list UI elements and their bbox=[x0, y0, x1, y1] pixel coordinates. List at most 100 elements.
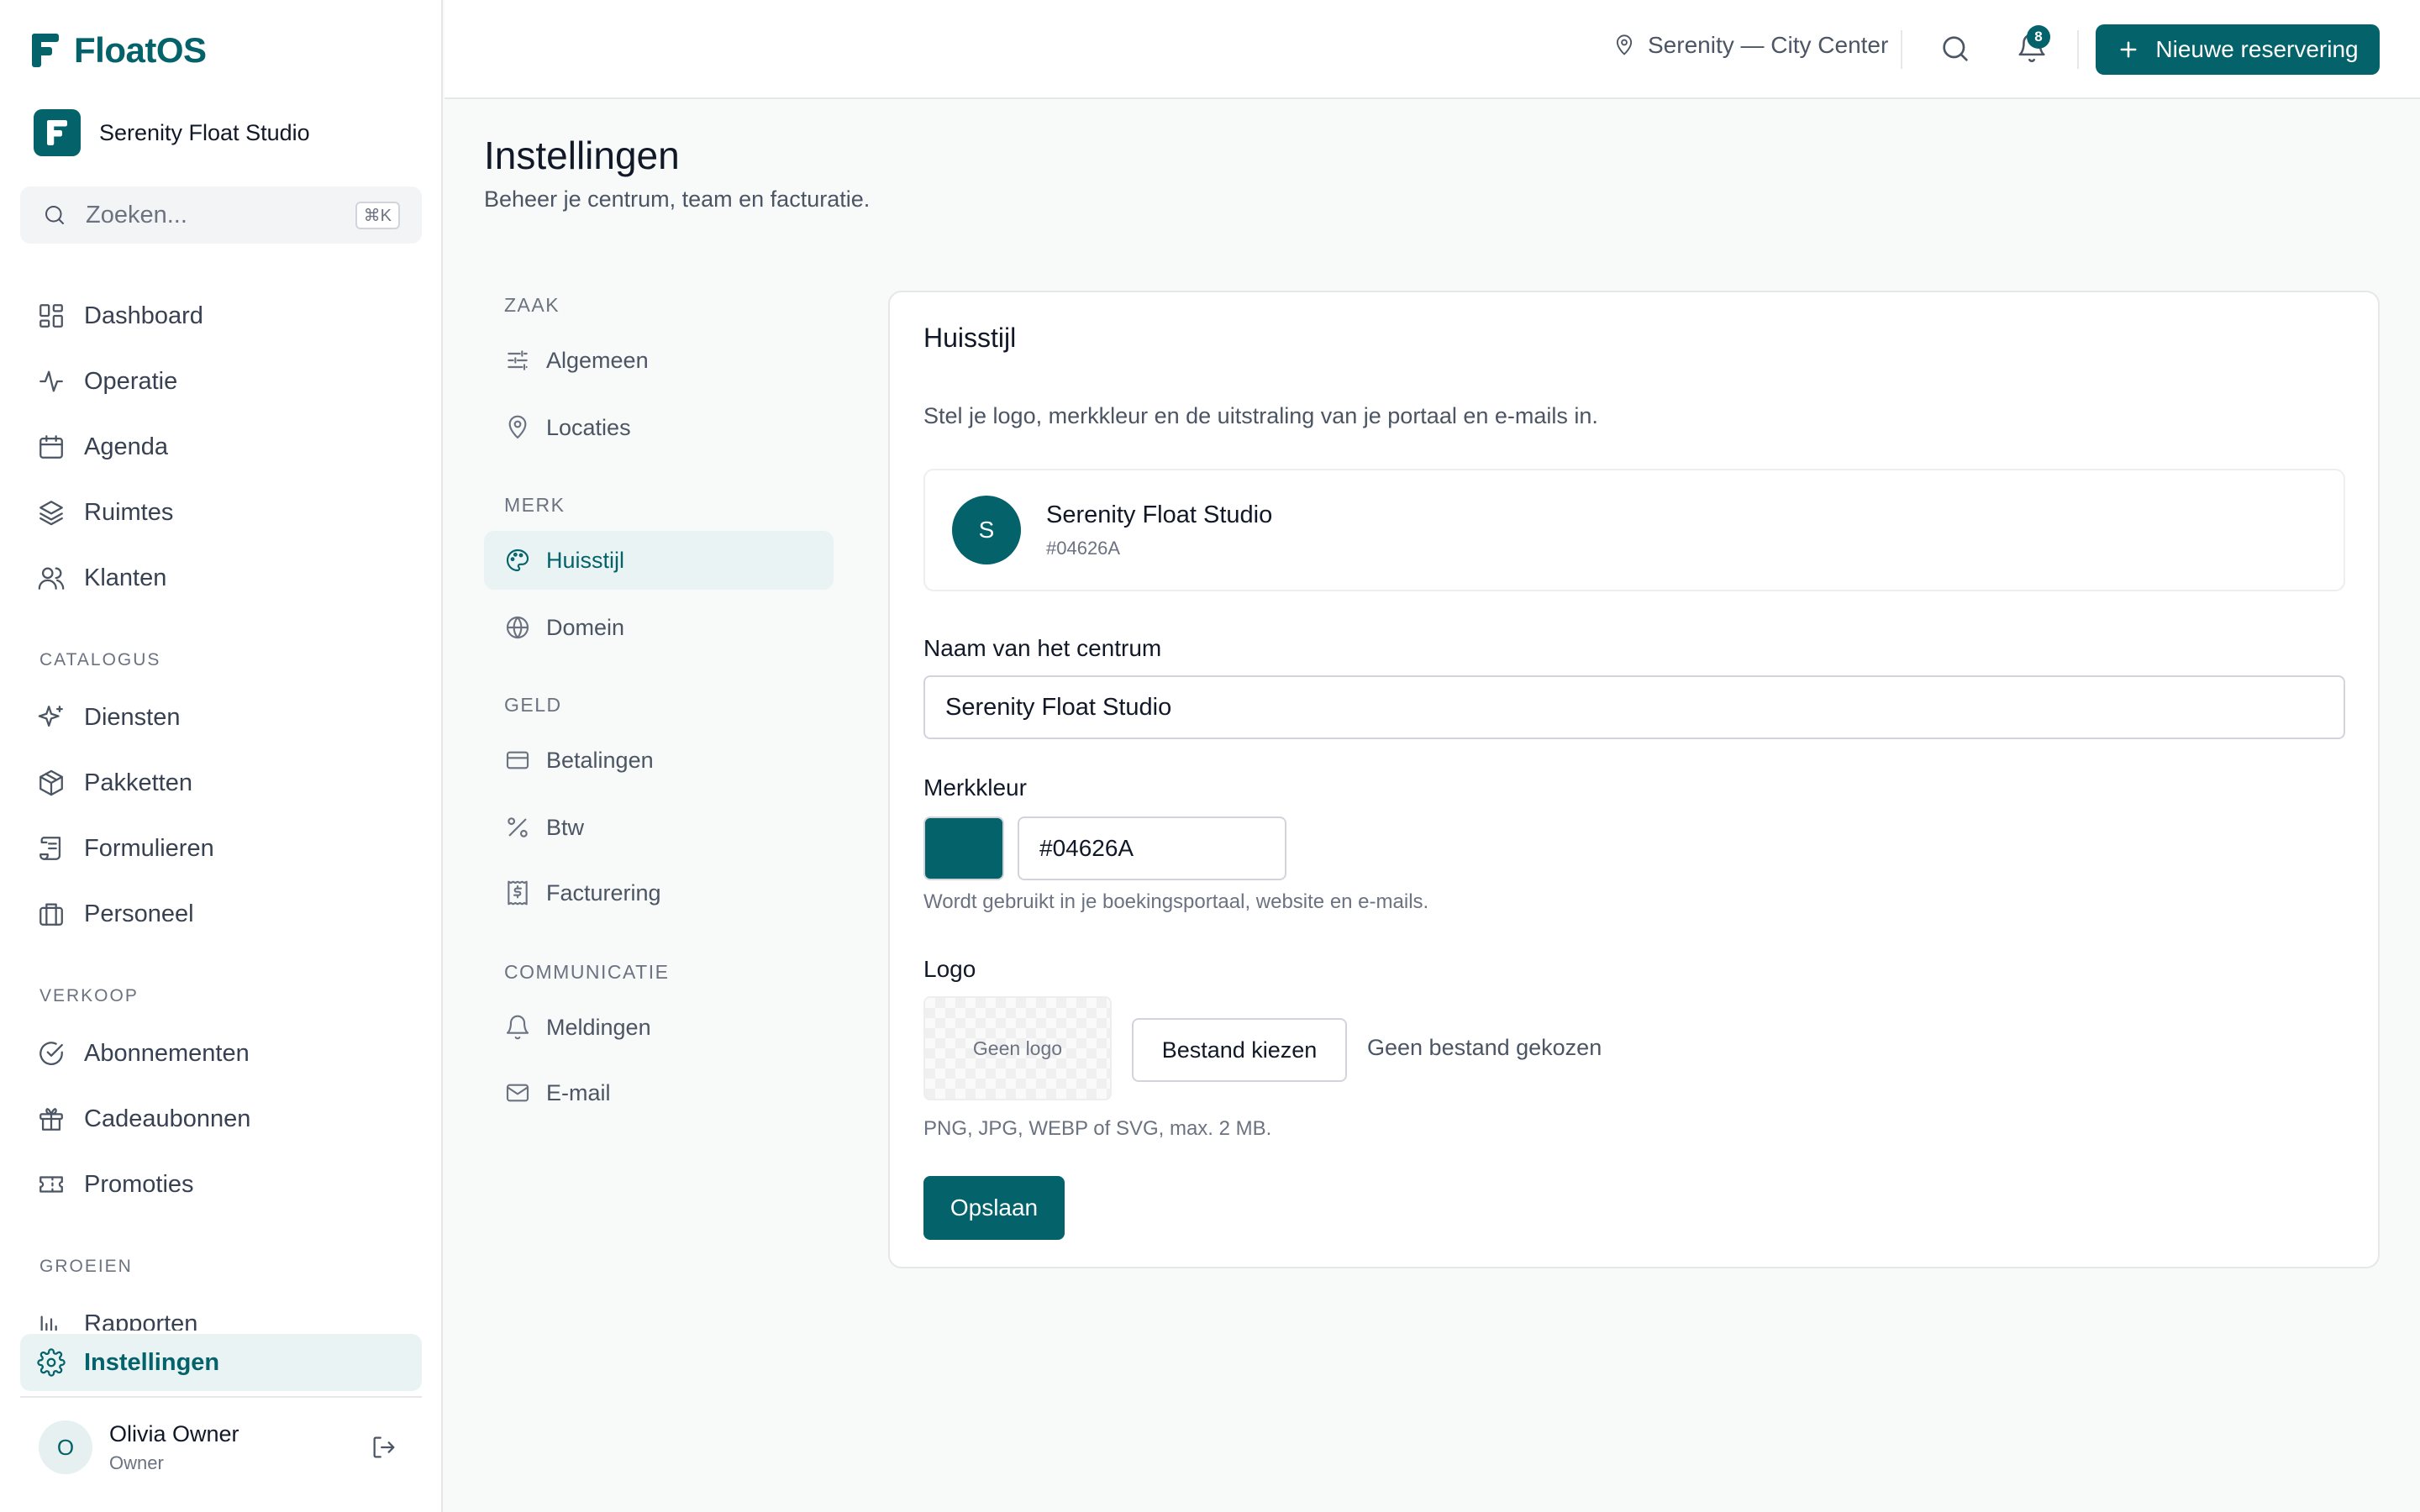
sidebar-item-klanten[interactable]: Klanten bbox=[20, 549, 422, 606]
settings-item-btw[interactable]: Btw bbox=[484, 798, 834, 857]
location-switcher[interactable]: Serenity — City Center bbox=[1612, 32, 1888, 59]
brand-color-help: Wordt gebruikt in je boekingsportaal, we… bbox=[923, 890, 1429, 913]
calendar-icon bbox=[39, 435, 63, 459]
settings-item-meldingen[interactable]: Meldingen bbox=[484, 998, 834, 1057]
check-circle-icon bbox=[39, 1042, 63, 1065]
sidebar-item-abonnementen[interactable]: Abonnementen bbox=[20, 1025, 422, 1082]
settings-item-betalingen[interactable]: Betalingen bbox=[484, 731, 834, 790]
scroll-icon bbox=[39, 837, 61, 860]
globe-icon bbox=[506, 616, 529, 639]
studio-switcher[interactable]: Serenity Float Studio bbox=[34, 109, 310, 156]
gift-icon bbox=[39, 1108, 63, 1131]
layers-icon bbox=[39, 501, 63, 526]
sidebar-item-personeel[interactable]: Personeel bbox=[20, 885, 422, 942]
section-groeien: GROEIEN bbox=[39, 1257, 133, 1276]
sidebar: FloatOS Serenity Float Studio Zoeken... … bbox=[0, 0, 443, 1512]
ticket-icon bbox=[39, 1176, 63, 1193]
sidebar-item-promoties[interactable]: Promoties bbox=[20, 1156, 422, 1213]
search-placeholder: Zoeken... bbox=[86, 201, 187, 228]
location-name: Serenity — City Center bbox=[1648, 32, 1889, 58]
user-name: Olivia Owner bbox=[109, 1420, 239, 1446]
settings-section-zaak: ZAAK bbox=[504, 294, 560, 316]
avatar: O bbox=[39, 1420, 92, 1474]
receipt-icon bbox=[508, 880, 528, 906]
dashboard-icon bbox=[39, 304, 63, 328]
sparkles-icon bbox=[38, 706, 63, 727]
percent-icon bbox=[508, 817, 528, 837]
settings-section-communicatie: COMMUNICATIE bbox=[504, 961, 670, 983]
notification-badge: 8 bbox=[2027, 25, 2050, 49]
mail-icon bbox=[506, 1084, 529, 1102]
studio-icon bbox=[34, 109, 81, 156]
logo-help: PNG, JPG, WEBP of SVG, max. 2 MB. bbox=[923, 1117, 1272, 1140]
brand-color-hex-input[interactable]: #04626A bbox=[1018, 816, 1286, 880]
topbar-divider bbox=[2077, 30, 2079, 69]
settings-item-facturering[interactable]: Facturering bbox=[484, 864, 834, 922]
map-pin-icon bbox=[508, 415, 527, 439]
logo-preview: Geen logo bbox=[923, 996, 1112, 1100]
sliders-icon bbox=[508, 350, 528, 370]
branding-card: Huisstijl Stel je logo, merkkleur en de … bbox=[888, 291, 2380, 1268]
search-button[interactable] bbox=[1939, 32, 1972, 66]
user-profile[interactable]: O Olivia Owner Owner bbox=[20, 1396, 422, 1497]
package-icon bbox=[39, 769, 63, 796]
settings-section-geld: GELD bbox=[504, 694, 562, 716]
sidebar-search-input[interactable]: Zoeken... ⌘K bbox=[20, 186, 422, 244]
search-icon bbox=[1943, 36, 1968, 61]
users-icon bbox=[38, 567, 65, 590]
settings-section-merk: MERK bbox=[504, 494, 566, 516]
center-name-input[interactable]: Serenity Float Studio bbox=[923, 675, 2345, 739]
settings-item-locaties[interactable]: Locaties bbox=[484, 398, 834, 457]
bell-icon bbox=[506, 1015, 529, 1040]
gear-icon bbox=[37, 1348, 66, 1377]
brand-color-picker[interactable] bbox=[923, 816, 1004, 880]
settings-item-domein[interactable]: Domein bbox=[484, 598, 834, 657]
user-role: Owner bbox=[109, 1452, 164, 1473]
credit-card-icon bbox=[506, 751, 529, 769]
brand-preview-name: Serenity Float Studio bbox=[1046, 501, 1273, 528]
file-status: Geen bestand gekozen bbox=[1367, 1035, 1602, 1060]
sidebar-item-cadeaubonnen[interactable]: Cadeaubonnen bbox=[20, 1090, 422, 1147]
section-verkoop: VERKOOP bbox=[39, 986, 139, 1005]
sidebar-item-ruimtes[interactable]: Ruimtes bbox=[20, 484, 422, 541]
logout-icon[interactable] bbox=[370, 1433, 398, 1462]
sidebar-item-pakketten[interactable]: Pakketten bbox=[20, 754, 422, 811]
app-logo[interactable]: FloatOS bbox=[32, 30, 207, 71]
save-button[interactable]: Opslaan bbox=[923, 1176, 1065, 1240]
sidebar-item-instellingen[interactable]: Instellingen bbox=[20, 1334, 422, 1391]
brand-preview-hex: #04626A bbox=[1046, 537, 1121, 559]
bar-chart-icon bbox=[40, 1315, 57, 1331]
choose-file-button[interactable]: Bestand kiezen bbox=[1132, 1018, 1347, 1082]
page-title: Instellingen bbox=[484, 134, 680, 177]
sidebar-item-agenda[interactable]: Agenda bbox=[20, 418, 422, 475]
logo-label: Logo bbox=[923, 956, 976, 982]
sidebar-item-formulieren[interactable]: Formulieren bbox=[20, 820, 422, 877]
settings-item-algemeen[interactable]: Algemeen bbox=[484, 331, 834, 390]
card-title: Huisstijl bbox=[923, 323, 1017, 353]
notifications-button[interactable]: 8 bbox=[2016, 25, 2050, 64]
new-reservation-button[interactable]: Nieuwe reservering bbox=[2096, 24, 2380, 75]
app-name: FloatOS bbox=[74, 30, 207, 70]
studio-name: Serenity Float Studio bbox=[99, 119, 310, 145]
sidebar-item-operatie[interactable]: Operatie bbox=[20, 353, 422, 410]
floatos-logo-icon bbox=[32, 34, 59, 67]
page-subtitle: Beheer je centrum, team en facturatie. bbox=[484, 186, 871, 212]
sidebar-item-rapporten[interactable]: Rapporten bbox=[20, 1310, 422, 1331]
brand-avatar: S bbox=[952, 496, 1021, 564]
settings-item-email[interactable]: E-mail bbox=[484, 1063, 834, 1122]
sidebar-item-dashboard[interactable]: Dashboard bbox=[20, 287, 422, 344]
search-icon bbox=[45, 206, 64, 224]
topbar-divider bbox=[1901, 30, 1902, 69]
palette-icon bbox=[506, 549, 529, 572]
plus-icon bbox=[2120, 41, 2137, 58]
section-catalogus: CATALOGUS bbox=[39, 650, 161, 669]
sidebar-item-diensten[interactable]: Diensten bbox=[20, 689, 422, 746]
brand-preview: S Serenity Float Studio #04626A bbox=[923, 469, 2345, 591]
topbar: Serenity — City Center 8 Nieuwe reserver… bbox=[445, 0, 2420, 99]
settings-item-huisstijl[interactable]: Huisstijl bbox=[484, 531, 834, 590]
search-shortcut: ⌘K bbox=[355, 201, 400, 229]
brand-color-label: Merkkleur bbox=[923, 774, 1027, 801]
card-description: Stel je logo, merkkleur en de uitstralin… bbox=[923, 403, 1598, 428]
map-pin-icon bbox=[1616, 34, 1633, 55]
briefcase-icon bbox=[39, 903, 63, 926]
